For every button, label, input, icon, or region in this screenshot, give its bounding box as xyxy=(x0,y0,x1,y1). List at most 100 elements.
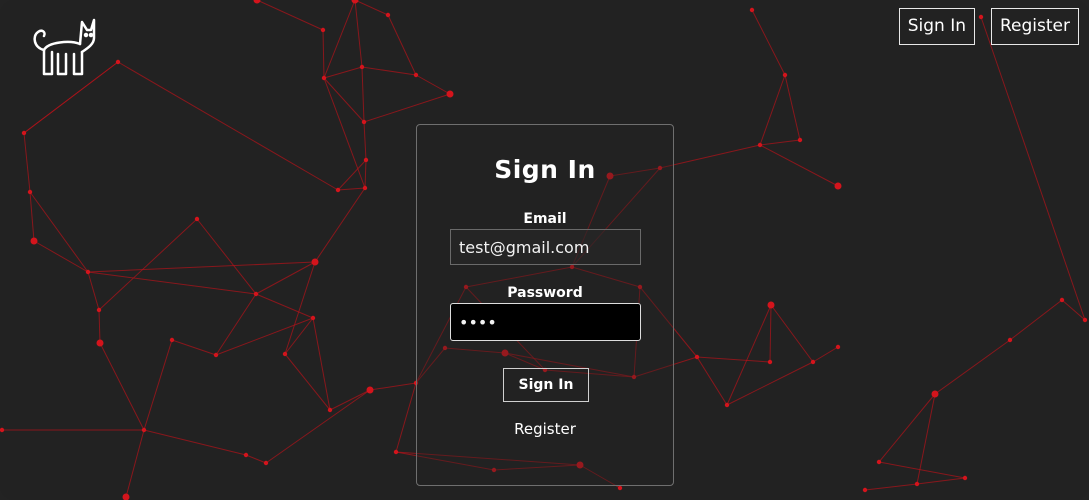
network-node xyxy=(282,351,288,357)
network-line xyxy=(726,361,814,406)
network-line xyxy=(980,16,1086,321)
network-node xyxy=(782,72,788,78)
network-node xyxy=(413,72,419,78)
network-node xyxy=(243,452,249,458)
network-node xyxy=(749,7,755,13)
network-line xyxy=(215,293,257,356)
nav-register-button[interactable]: Register xyxy=(991,8,1079,45)
network-line xyxy=(878,461,966,479)
network-node xyxy=(359,64,365,70)
network-line xyxy=(87,261,316,273)
network-node xyxy=(617,485,623,491)
cat-icon[interactable] xyxy=(30,14,98,78)
network-line xyxy=(98,218,198,311)
network-line xyxy=(87,271,257,295)
network-line xyxy=(23,132,31,193)
password-field[interactable] xyxy=(450,303,641,341)
network-node xyxy=(213,352,219,358)
email-label: Email xyxy=(523,211,567,227)
network-line xyxy=(99,342,145,431)
network-line xyxy=(256,0,324,31)
network-node xyxy=(115,59,121,65)
network-line xyxy=(369,382,417,391)
network-line xyxy=(354,0,389,16)
network-line xyxy=(696,356,728,406)
network-node xyxy=(393,449,399,455)
network-line xyxy=(726,304,772,406)
network-line xyxy=(361,66,417,76)
network-line xyxy=(864,483,918,491)
network-line xyxy=(117,61,339,191)
network-node xyxy=(767,301,775,309)
network-node xyxy=(351,0,359,4)
network-node xyxy=(835,344,841,350)
network-line xyxy=(1009,299,1063,341)
network-line xyxy=(659,144,761,169)
network-line xyxy=(337,159,367,191)
network-node xyxy=(694,354,700,360)
network-line xyxy=(770,304,814,363)
network-line xyxy=(322,29,325,79)
network-line xyxy=(329,389,371,411)
network-node xyxy=(263,460,269,466)
network-node xyxy=(366,386,374,394)
network-line xyxy=(751,9,786,76)
network-line xyxy=(323,0,356,79)
sign-in-submit-button[interactable]: Sign In xyxy=(503,368,589,402)
network-line xyxy=(196,218,257,295)
network-node xyxy=(85,269,91,275)
network-node xyxy=(27,189,33,195)
network-node xyxy=(862,487,868,493)
network-node xyxy=(253,291,259,297)
network-node xyxy=(96,339,104,347)
network-node xyxy=(96,307,102,313)
network-node xyxy=(169,337,175,343)
sign-in-title: Sign In xyxy=(494,155,596,184)
network-line xyxy=(312,317,331,411)
network-node xyxy=(724,402,730,408)
network-line xyxy=(395,382,417,453)
network-node xyxy=(362,185,368,191)
network-node xyxy=(320,27,326,33)
network-node xyxy=(253,0,261,4)
network-node xyxy=(361,119,367,125)
network-line xyxy=(29,191,35,242)
network-line xyxy=(255,293,314,319)
network-line xyxy=(143,339,173,431)
network-line xyxy=(323,77,365,123)
network-node xyxy=(30,237,38,245)
network-line xyxy=(314,187,366,263)
network-line xyxy=(364,159,367,189)
network-node xyxy=(327,407,333,413)
email-field[interactable] xyxy=(450,229,641,265)
network-node xyxy=(1007,337,1013,343)
network-line xyxy=(759,139,801,146)
password-label: Password xyxy=(507,285,583,301)
network-node xyxy=(914,481,920,487)
network-line xyxy=(354,0,363,68)
network-node xyxy=(321,75,327,81)
network-line xyxy=(33,240,89,273)
network-line xyxy=(29,191,89,273)
network-line xyxy=(812,346,839,363)
network-line xyxy=(245,454,267,464)
network-node xyxy=(1059,297,1065,303)
network-node xyxy=(311,258,319,266)
network-node xyxy=(810,359,816,365)
network-line xyxy=(125,429,145,498)
network-node xyxy=(757,142,763,148)
network-line xyxy=(387,14,417,76)
network-line xyxy=(363,93,451,123)
network-line xyxy=(265,389,371,464)
register-link[interactable]: Register xyxy=(417,420,673,438)
sign-in-card: Sign In Email Password Sign In Register xyxy=(416,124,674,486)
network-node xyxy=(194,216,200,222)
network-line xyxy=(98,309,101,344)
network-line xyxy=(363,121,367,161)
nav-sign-in-button[interactable]: Sign In xyxy=(898,8,975,45)
top-nav: Sign In Register xyxy=(898,8,1079,45)
network-node xyxy=(797,137,803,143)
network-line xyxy=(696,356,771,363)
network-node xyxy=(0,427,5,433)
network-line xyxy=(759,144,839,187)
